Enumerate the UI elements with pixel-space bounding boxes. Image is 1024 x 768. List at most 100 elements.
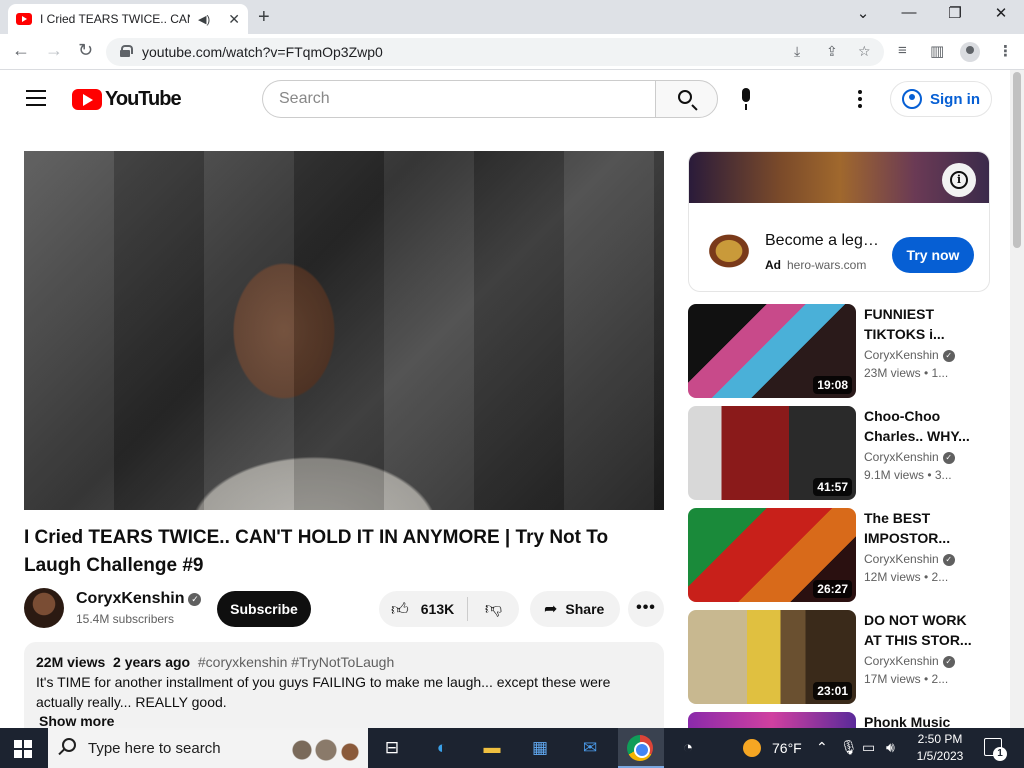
windows-start-icon[interactable] bbox=[14, 740, 32, 758]
tab-search-chevron-icon[interactable]: ⌄ bbox=[840, 4, 886, 22]
volume-icon[interactable]: 🔊︎ bbox=[886, 739, 895, 756]
clock-time[interactable]: 2:50 PM bbox=[914, 732, 966, 746]
channel-name[interactable]: CoryxKenshin ✓ bbox=[76, 590, 202, 608]
back-button[interactable]: ← bbox=[12, 40, 30, 61]
network-icon[interactable]: ▭ bbox=[862, 739, 875, 756]
taskbar-search-box[interactable]: Type here to search bbox=[48, 728, 368, 768]
youtube-wordmark: YouTube bbox=[105, 88, 182, 110]
subscriber-count: 15.4M subscribers bbox=[76, 612, 175, 626]
notification-count-badge: 1 bbox=[993, 747, 1007, 761]
recommendation-channel-text[interactable]: CoryxKenshin bbox=[864, 654, 939, 668]
recommendation-channel[interactable]: CoryxKenshin ✓ bbox=[864, 450, 955, 464]
thumbs-down-icon: 👎︎ bbox=[484, 599, 503, 618]
chrome-taskbar-button[interactable] bbox=[618, 728, 664, 768]
hashtags[interactable]: #coryxkenshin #TryNotToLaugh bbox=[198, 654, 394, 670]
recommendation-title[interactable]: DO NOT WORK AT THIS STOR... bbox=[864, 610, 976, 650]
channel-name-text[interactable]: CoryxKenshin bbox=[76, 590, 184, 607]
sign-in-button[interactable]: Sign in bbox=[890, 81, 992, 117]
channel-avatar[interactable] bbox=[24, 588, 64, 628]
edge-browser-icon[interactable]: ◐ bbox=[428, 734, 456, 762]
task-view-icon[interactable]: ⊟ bbox=[378, 734, 406, 762]
guide-menu-icon[interactable] bbox=[26, 90, 46, 106]
reload-button[interactable]: ↻ bbox=[78, 40, 93, 61]
like-button[interactable]: 👍︎ 613K bbox=[379, 591, 467, 627]
video-thumbnail[interactable]: 19:08 bbox=[688, 304, 856, 398]
address-bar[interactable]: youtube.com/watch?v=FTqmOp3Zwp0 ⤓ ⇪ ☆ bbox=[106, 38, 884, 66]
video-thumbnail[interactable]: 26:27 bbox=[688, 508, 856, 602]
voice-search-mic-icon[interactable] bbox=[740, 88, 752, 110]
new-tab-button[interactable]: + bbox=[258, 6, 270, 29]
recommendation-title[interactable]: Choo-Choo Charles.. WHY... bbox=[864, 406, 976, 446]
clock-date[interactable]: 1/5/2023 bbox=[914, 749, 966, 763]
dislike-button[interactable]: 👎︎ bbox=[468, 591, 519, 627]
page-scrollbar[interactable] bbox=[1010, 70, 1024, 728]
duration-badge: 19:08 bbox=[813, 376, 852, 394]
speedometer-app-icon[interactable]: ◔ bbox=[674, 734, 702, 762]
browser-tab[interactable]: I Cried TEARS TWICE.. CAN'T HOLD IT IN A… bbox=[8, 4, 248, 34]
view-count: 22M views bbox=[36, 654, 106, 670]
recommendation-item[interactable]: 26:27 The BEST IMPOSTOR... CoryxKenshin ✓… bbox=[688, 508, 1018, 602]
subscribe-button[interactable]: Subscribe bbox=[217, 591, 311, 627]
bookmark-star-icon[interactable]: ☆ bbox=[858, 43, 871, 60]
microsoft-store-icon[interactable]: ▦ bbox=[526, 734, 554, 762]
verified-check-icon: ✓ bbox=[188, 593, 202, 606]
video-player[interactable] bbox=[24, 151, 664, 510]
youtube-logo[interactable]: YouTube bbox=[72, 88, 182, 111]
tray-chevron-up-icon[interactable]: ⌃ bbox=[816, 739, 828, 756]
speaker-icon[interactable]: ◀) bbox=[198, 13, 210, 26]
upload-age: 2 years ago bbox=[113, 654, 191, 670]
file-explorer-icon[interactable]: ▬ bbox=[478, 734, 506, 762]
scrollbar-thumb[interactable] bbox=[1013, 72, 1021, 248]
ad-title[interactable]: Become a leg… bbox=[765, 232, 879, 250]
notification-center-icon[interactable]: 1 bbox=[984, 738, 1007, 761]
forward-button[interactable]: → bbox=[45, 40, 63, 61]
recommendation-channel[interactable]: CoryxKenshin ✓ bbox=[864, 348, 955, 362]
weather-temperature[interactable]: 76°F bbox=[772, 740, 802, 756]
recommendation-channel-text[interactable]: CoryxKenshin bbox=[864, 450, 939, 464]
search-button[interactable] bbox=[655, 80, 718, 118]
recommendation-title[interactable]: Phonk Music bbox=[864, 712, 976, 728]
youtube-play-icon bbox=[72, 89, 102, 110]
description-box[interactable]: 22M views 2 years ago #coryxkenshin #Try… bbox=[24, 642, 664, 742]
recommendation-item[interactable]: 23:01 DO NOT WORK AT THIS STOR... CoryxK… bbox=[688, 610, 1018, 704]
ad-info-button[interactable]: i bbox=[942, 163, 976, 197]
video-thumbnail[interactable]: 23:01 bbox=[688, 610, 856, 704]
url-text[interactable]: youtube.com/watch?v=FTqmOp3Zwp0 bbox=[142, 44, 383, 60]
recommendation-item[interactable]: 41:57 Choo-Choo Charles.. WHY... CoryxKe… bbox=[688, 406, 1018, 500]
media-controls-icon[interactable]: ≡ bbox=[898, 42, 907, 59]
ad-badge: Ad bbox=[765, 258, 781, 272]
recommendation-channel-text[interactable]: CoryxKenshin bbox=[864, 552, 939, 566]
video-thumbnail[interactable]: 41:57 bbox=[688, 406, 856, 500]
install-app-icon[interactable]: ⤓ bbox=[794, 43, 800, 60]
microphone-tray-icon[interactable]: 🎙︎ bbox=[840, 739, 858, 756]
lock-icon[interactable] bbox=[120, 45, 133, 57]
more-actions-button[interactable]: ••• bbox=[628, 591, 664, 627]
recommendation-item[interactable]: 19:08 FUNNIEST TIKTOKS i... CoryxKenshin… bbox=[688, 304, 1018, 398]
try-now-button[interactable]: Try now bbox=[892, 237, 974, 273]
profile-avatar-icon[interactable] bbox=[960, 42, 980, 62]
minimize-button[interactable]: — bbox=[886, 4, 932, 21]
recommendation-item[interactable]: Phonk Music bbox=[688, 712, 1018, 728]
ad-card[interactable]: i Become a leg… Ad hero-wars.com Try now bbox=[688, 151, 990, 292]
search-input[interactable] bbox=[262, 80, 656, 118]
side-panel-icon[interactable]: ▥ bbox=[930, 42, 944, 60]
show-more-button[interactable]: Show more bbox=[39, 713, 652, 729]
recommendation-channel[interactable]: CoryxKenshin ✓ bbox=[864, 654, 955, 668]
chrome-menu-icon[interactable]: ⋮ bbox=[998, 42, 1013, 60]
weather-sun-icon[interactable] bbox=[743, 739, 761, 757]
recommendation-title[interactable]: The BEST IMPOSTOR... bbox=[864, 508, 976, 548]
recommendation-title[interactable]: FUNNIEST TIKTOKS i... bbox=[864, 304, 976, 344]
like-count: 613K bbox=[420, 601, 455, 617]
share-button[interactable]: ➦ Share bbox=[530, 591, 620, 627]
ad-domain: hero-wars.com bbox=[787, 258, 867, 272]
tab-close-icon[interactable]: ✕ bbox=[228, 11, 240, 28]
video-thumbnail[interactable] bbox=[688, 712, 856, 728]
close-window-button[interactable]: ✕ bbox=[978, 4, 1024, 22]
restore-button[interactable]: ❐ bbox=[932, 4, 978, 22]
mail-icon[interactable]: ✉ bbox=[576, 734, 604, 762]
windows-taskbar: Type here to search ⊟ ◐ ▬ ▦ ✉ ◔ 76°F ⌃ 🎙… bbox=[0, 728, 1024, 768]
settings-more-icon[interactable] bbox=[858, 90, 862, 108]
recommendation-channel[interactable]: CoryxKenshin ✓ bbox=[864, 552, 955, 566]
share-page-icon[interactable]: ⇪ bbox=[826, 43, 838, 60]
recommendation-channel-text[interactable]: CoryxKenshin bbox=[864, 348, 939, 362]
